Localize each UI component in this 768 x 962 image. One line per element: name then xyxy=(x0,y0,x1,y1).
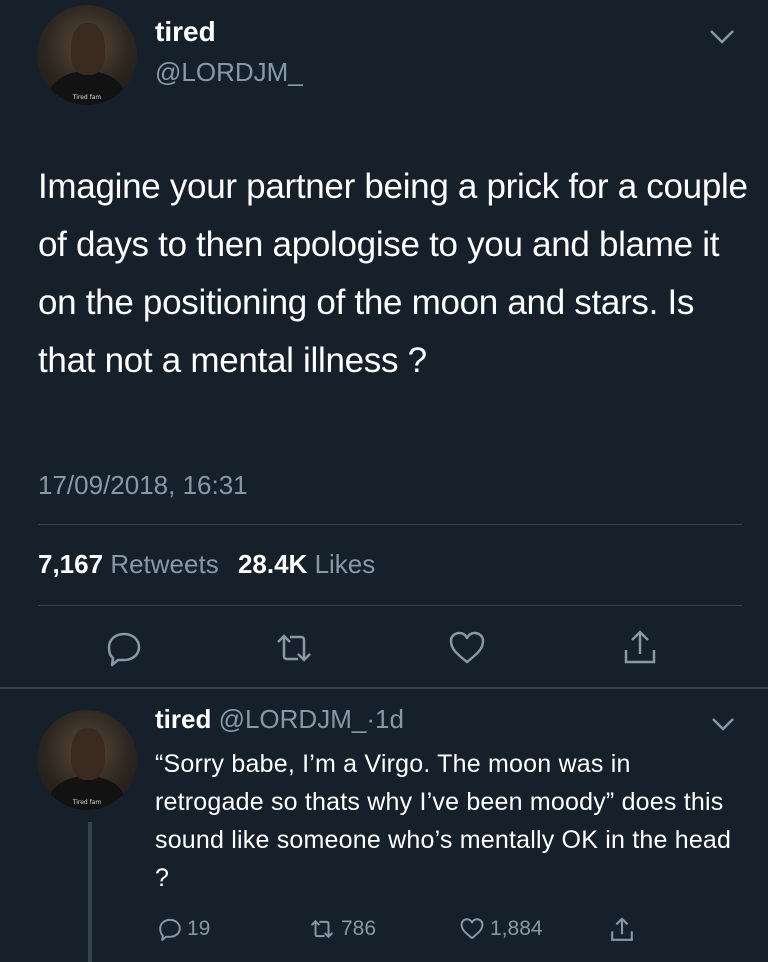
chevron-down-icon[interactable] xyxy=(708,28,736,46)
like-icon[interactable] xyxy=(458,916,486,942)
reply-author-name[interactable]: tired xyxy=(155,704,211,734)
retweet-icon[interactable] xyxy=(274,628,314,668)
author-name[interactable]: tired xyxy=(155,16,216,48)
reply-icon[interactable] xyxy=(157,916,183,942)
tweet-stats: 7,167 Retweets 28.4K Likes xyxy=(38,549,387,580)
tweet-text: Imagine your partner being a prick for a… xyxy=(38,167,748,380)
avatar-face xyxy=(71,23,105,75)
reply-retweet-count: 786 xyxy=(341,917,377,940)
share-icon[interactable] xyxy=(620,628,660,668)
chevron-down-icon[interactable] xyxy=(710,716,736,732)
reply-like-count: 1,884 xyxy=(490,917,543,940)
like-label[interactable]: Likes xyxy=(315,549,376,579)
like-count[interactable]: 28.4K xyxy=(238,549,307,579)
tweet-timestamp: 17/09/2018, 16:31 xyxy=(38,470,248,500)
divider xyxy=(38,605,742,606)
reply-header: tired @LORDJM_·1d xyxy=(155,704,404,735)
reply-like-action[interactable]: 1,884 xyxy=(458,916,543,942)
retweet-icon[interactable] xyxy=(307,916,337,942)
reply-count: 19 xyxy=(187,917,211,940)
reply-separator: · xyxy=(366,704,375,734)
reply-avatar[interactable]: Tired fam xyxy=(37,710,137,810)
reply-author-handle[interactable]: @LORDJM_ xyxy=(219,704,367,734)
like-icon[interactable] xyxy=(447,628,487,668)
avatar-caption: Tired fam xyxy=(72,94,102,101)
reply-share-action[interactable] xyxy=(608,916,636,944)
reply-retweet-action[interactable]: 786 xyxy=(307,916,376,942)
author-handle[interactable]: @LORDJM_ xyxy=(155,57,303,88)
reply-text: “Sorry babe, I’m a Virgo. The moon was i… xyxy=(155,750,732,892)
reply-reply-action[interactable]: 19 xyxy=(157,916,210,942)
reply-age: 1d xyxy=(375,704,404,734)
avatar-face xyxy=(71,728,105,780)
divider xyxy=(38,524,742,525)
retweet-count[interactable]: 7,167 xyxy=(38,549,103,579)
section-divider xyxy=(0,687,768,689)
thread-line xyxy=(88,822,92,962)
retweet-label[interactable]: Retweets xyxy=(110,549,218,579)
main-avatar[interactable]: Tired fam xyxy=(37,5,137,105)
avatar-caption: Tired fam xyxy=(72,799,102,806)
share-icon[interactable] xyxy=(608,916,636,944)
reply-icon[interactable] xyxy=(104,628,144,668)
